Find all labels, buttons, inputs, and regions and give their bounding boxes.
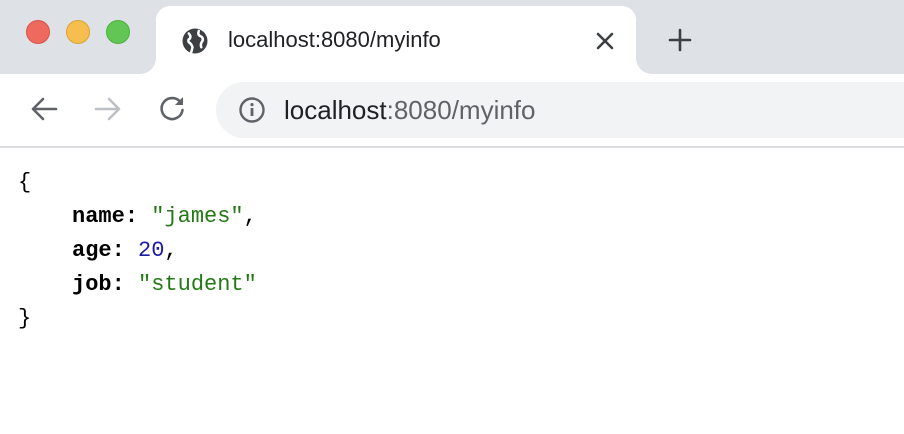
info-icon[interactable] <box>238 96 266 124</box>
json-value-number: 20 <box>138 238 165 263</box>
arrow-right-icon[interactable] <box>93 94 123 124</box>
url-host: localhost <box>284 95 387 125</box>
json-comma: , <box>243 204 257 229</box>
json-close-brace: } <box>18 306 32 331</box>
browser-toolbar: localhost:8080/myinfo <box>0 74 904 148</box>
tab-active[interactable]: localhost:8080/myinfo <box>156 6 636 74</box>
json-open-brace: { <box>18 170 32 195</box>
window-zoom-button[interactable] <box>106 20 130 44</box>
globe-icon <box>182 28 208 54</box>
tab-title: localhost:8080/myinfo <box>228 27 441 52</box>
json-value-string: "james" <box>151 204 244 229</box>
address-bar[interactable]: localhost:8080/myinfo <box>216 82 904 138</box>
json-value-string: "student" <box>138 272 257 297</box>
url-path: :8080/myinfo <box>386 95 536 125</box>
json-key: job <box>72 272 112 297</box>
json-key: name <box>72 204 125 229</box>
tab-strip: localhost:8080/myinfo <box>0 0 904 74</box>
json-entry-job: job: "student" <box>72 272 257 297</box>
close-icon[interactable] <box>594 30 616 52</box>
json-viewer: { name: "james", age: 20, job: "student"… <box>18 166 257 336</box>
json-entry-age: age: 20, <box>72 238 178 263</box>
arrow-left-icon[interactable] <box>29 94 59 124</box>
json-key: age <box>72 238 112 263</box>
url-text[interactable]: localhost:8080/myinfo <box>284 95 536 125</box>
json-entry-name: name: "james", <box>72 204 257 229</box>
reload-icon[interactable] <box>157 94 187 124</box>
window-minimize-button[interactable] <box>66 20 90 44</box>
plus-icon[interactable] <box>668 28 692 52</box>
json-comma: , <box>164 238 178 263</box>
window-close-button[interactable] <box>26 20 50 44</box>
